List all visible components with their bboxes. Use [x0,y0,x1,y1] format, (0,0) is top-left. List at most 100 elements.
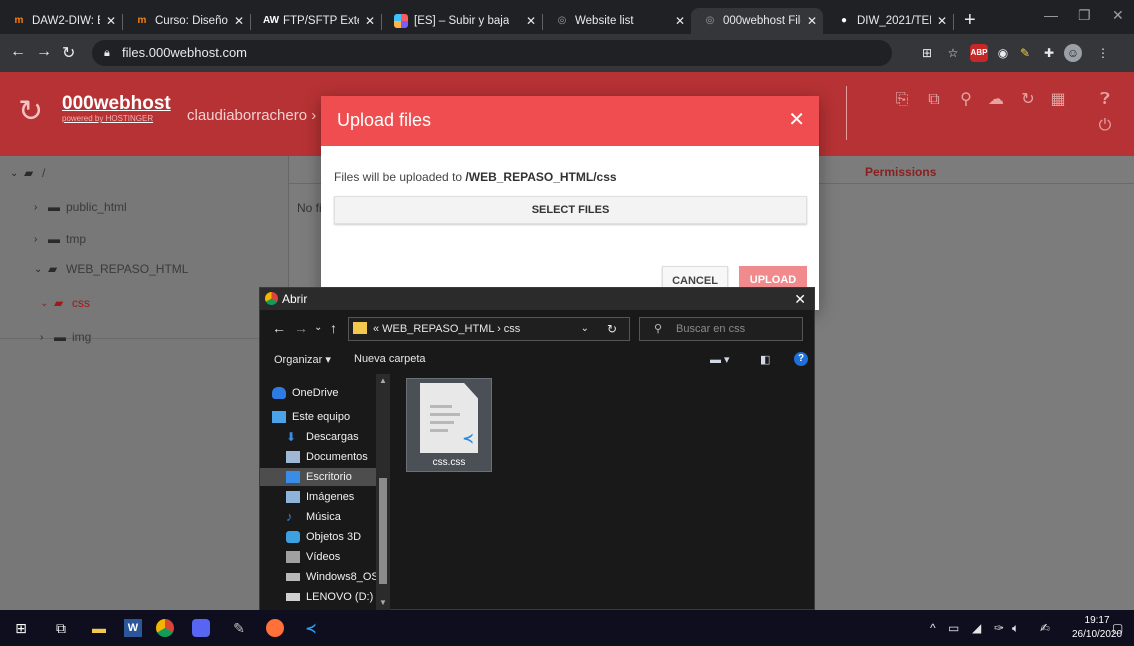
reload-icon[interactable]: ↻ [62,43,75,63]
file-item[interactable]: ≺ css.css [406,378,492,472]
tree-item-css[interactable]: ⌄ ▰ css [40,296,90,310]
volume-icon[interactable]: 🔈︎ [1012,621,1019,636]
nav-item-documents[interactable]: Documentos [286,448,368,466]
minimize-window-icon[interactable]: — [1044,7,1058,23]
show-hidden-icons-icon[interactable]: ^ [930,621,936,635]
browser-tab-active[interactable]: ◎ 000webhost File M ✕ [691,8,823,34]
battery-icon[interactable]: ▭ [948,621,959,635]
logo[interactable]: ↻ 000webhost powered by HOSTINGER [18,94,171,130]
dialog-title: Abrir [282,292,308,306]
scroll-down-icon[interactable]: ▼ [379,598,387,607]
file-explorer-icon[interactable]: ▬ [90,619,108,637]
tree-item-public-html[interactable]: › ▬ public_html [34,200,127,214]
nav-item-drive-c[interactable]: Windows8_OS (C [286,568,390,586]
back-arrow-icon[interactable]: ← [10,43,26,61]
nav-item-videos[interactable]: Vídeos [286,548,340,566]
browser-menu-icon[interactable]: ⋮ [1094,44,1112,62]
aw-icon: AW [263,15,280,26]
browser-tab[interactable]: ◎ Website list ✕ [543,8,691,34]
preview-pane-icon[interactable]: ◧ [760,353,770,366]
close-icon[interactable]: ✕ [794,288,806,310]
pen-icon[interactable]: ✑ [994,621,1004,635]
back-arrow-icon[interactable]: ← [272,320,286,336]
notifications-icon[interactable]: ▢ [1112,621,1123,635]
browser-tab[interactable]: [ES] – Subir y baja ✕ [382,8,542,34]
new-folder-button[interactable]: Nueva carpeta [354,353,426,365]
nav-item-onedrive[interactable]: OneDrive [272,384,338,402]
help-icon[interactable]: ❓︎ [1095,90,1115,110]
organize-button[interactable]: Organizar ▾ [274,353,331,366]
nav-item-downloads[interactable]: ⬇ Descargas [286,428,359,446]
close-tab-icon[interactable]: ✕ [234,14,244,28]
nav-item-desktop[interactable]: Escritorio [260,468,376,486]
close-tab-icon[interactable]: ✕ [807,14,817,28]
firefox-icon[interactable] [266,619,284,637]
nav-item-drive-d[interactable]: LENOVO (D:) [286,588,373,606]
pencil-extension-icon[interactable]: ✎ [1016,44,1034,62]
forward-arrow-icon[interactable]: → [294,320,308,336]
search-input[interactable]: ⚲ Buscar en css [639,317,803,341]
nav-item-this-pc[interactable]: Este equipo [272,408,350,426]
ink-workspace-icon[interactable]: ✍ [1040,621,1050,635]
close-tab-icon[interactable]: ✕ [365,14,375,28]
chrome-icon[interactable] [156,619,174,637]
new-tab-button[interactable]: + [964,10,976,30]
scrollbar-thumb[interactable] [379,478,387,584]
up-arrow-icon[interactable]: ↑ [330,320,337,336]
navigation-scrollbar[interactable]: ▲ ▼ [376,374,390,610]
upload-cloud-icon[interactable]: ☁ [986,90,1006,110]
tree-item-web-repaso-html[interactable]: ⌄ ▰ WEB_REPASO_HTML [34,262,188,276]
power-icon[interactable]: ⏻ [1095,116,1115,136]
close-icon[interactable]: ✕ [788,96,805,144]
grid-view-icon[interactable]: ▦ [1048,90,1068,110]
nav-item-pictures[interactable]: Imágenes [286,488,354,506]
close-tab-icon[interactable]: ✕ [526,14,536,28]
nav-item-3d-objects[interactable]: Objetos 3D [286,528,361,546]
scroll-up-icon[interactable]: ▲ [379,376,387,385]
vscode-icon[interactable]: ≺ [302,619,320,637]
chevron-down-icon[interactable]: ⌄ [581,318,589,340]
view-options-icon[interactable]: ▬ ▾ [710,353,730,366]
word-icon[interactable]: W [124,619,142,637]
adblock-plus-icon[interactable]: ABP [970,44,988,62]
profile-avatar-icon[interactable]: ☺ [1064,44,1082,62]
search-icon[interactable]: ⚲ [956,90,976,110]
close-window-icon[interactable]: ✕ [1112,7,1124,24]
translate-icon[interactable]: ⊞ [918,44,936,62]
refresh-icon[interactable]: ↻ [607,318,617,340]
extension-circle-icon[interactable]: ◉ [994,44,1012,62]
tree-item-tmp[interactable]: › ▬ tmp [34,232,86,246]
paint-icon[interactable]: ✎ [230,619,248,637]
permissions-column-header[interactable]: Permissions [865,165,936,179]
open-file-dialog: Abrir ✕ ← → ⌄ ↑ « WEB_REPASO_HTML › css … [259,287,815,610]
dialog-navigation-bar: ← → ⌄ ↑ « WEB_REPASO_HTML › css ⌄ ↻ ⚲ Bu… [260,310,814,346]
close-tab-icon[interactable]: ✕ [106,14,116,28]
new-file-icon[interactable]: ⎘ [892,90,912,110]
help-icon[interactable]: ? [794,352,808,366]
address-bar[interactable]: 🔒︎ files.000webhost.com [92,40,892,66]
tree-root[interactable]: ⌄ ▰ / [10,166,45,180]
network-icon[interactable]: ◢ [972,621,981,635]
select-files-button[interactable]: SELECT FILES [334,196,807,224]
close-tab-icon[interactable]: ✕ [675,14,685,28]
refresh-icon[interactable]: ↻ [1018,90,1038,110]
windows-start-icon[interactable]: ⊞ [12,619,30,637]
restore-window-icon[interactable]: ❐ [1078,7,1091,24]
task-view-icon[interactable]: ⧉ [52,619,70,637]
moodle-icon: m [14,15,24,26]
tree-item-img[interactable]: › ▬ img [40,330,91,344]
username[interactable]: claudiaborrachero › [187,107,316,124]
bookmark-star-icon[interactable]: ☆ [944,44,962,62]
new-folder-icon[interactable]: ⧉ [924,90,944,110]
discord-icon[interactable] [192,619,210,637]
browser-tab[interactable]: m Curso: Diseño de I ✕ [123,8,250,34]
browser-tab[interactable]: ● DIW_2021/TEMA_ ✕ [825,8,953,34]
recent-locations-chevron-icon[interactable]: ⌄ [314,322,322,333]
extensions-puzzle-icon[interactable]: ✚ [1040,44,1058,62]
forward-arrow-icon[interactable]: → [36,43,52,61]
browser-tab[interactable]: m DAW2-DIW: Ejercic ✕ [0,8,122,34]
close-tab-icon[interactable]: ✕ [937,14,947,28]
nav-item-music[interactable]: ♪ Música [286,508,341,526]
browser-tab[interactable]: AW FTP/SFTP Extensio ✕ [251,8,381,34]
path-breadcrumb[interactable]: « WEB_REPASO_HTML › css ⌄ ↻ [348,317,630,341]
